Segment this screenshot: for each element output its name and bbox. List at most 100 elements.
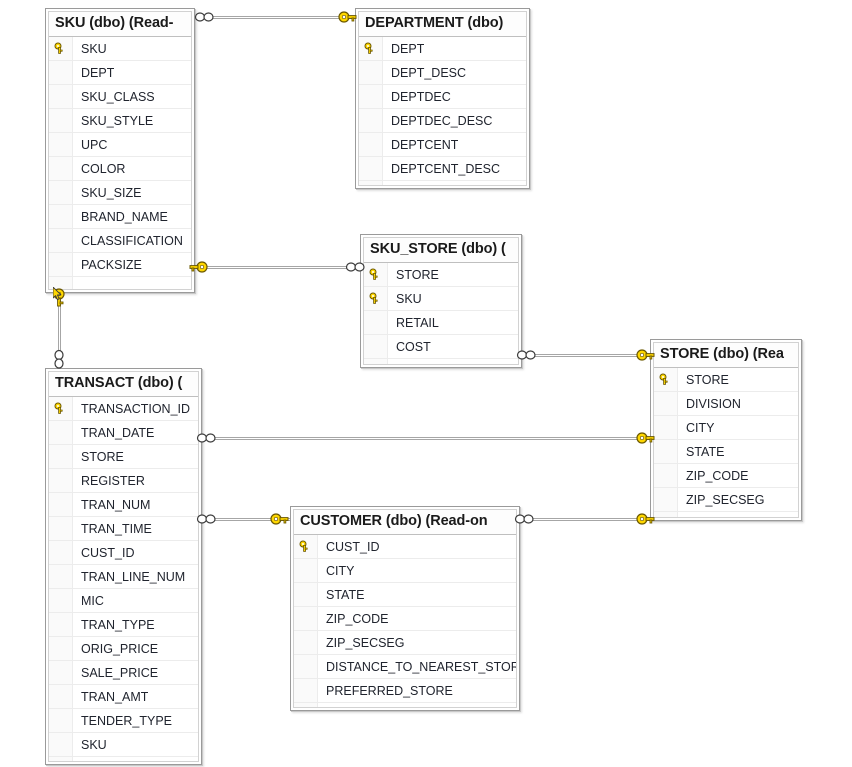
table-row-empty[interactable] [49, 757, 198, 761]
table-row[interactable]: STATE [294, 583, 516, 607]
table-row[interactable]: DEPT [359, 37, 526, 61]
table-row[interactable]: COST [364, 335, 518, 359]
relationship-line-transact-store[interactable] [202, 437, 650, 440]
table-row[interactable]: SKU_CLASS [49, 85, 191, 109]
table-row[interactable]: STORE [364, 263, 518, 287]
column-name: ZIP_SECSEG [326, 635, 405, 650]
table-row[interactable]: ZIP_SECSEG [294, 631, 516, 655]
table-row[interactable]: UPC [49, 133, 191, 157]
table-row[interactable]: COLOR [49, 157, 191, 181]
column-name: SALE_PRICE [81, 665, 159, 680]
relationship-line-sku_store-store[interactable] [522, 354, 650, 357]
key-icon [364, 42, 373, 54]
relationship-line-customer-store[interactable] [520, 518, 650, 521]
key-icon [299, 540, 308, 552]
table-row[interactable]: RETAIL [364, 311, 518, 335]
table-row[interactable]: SKU [364, 287, 518, 311]
table-row-empty[interactable] [49, 277, 191, 289]
table-row[interactable]: CITY [654, 416, 798, 440]
table-row[interactable]: PACKSIZE [49, 253, 191, 277]
table-row[interactable]: TRANSACTION_ID [49, 397, 198, 421]
column-name: TRANSACTION_ID [81, 401, 191, 416]
primary-key-cell [294, 559, 318, 582]
table-row[interactable]: TRAN_TIME [49, 517, 198, 541]
table-row[interactable]: TRAN_LINE_NUM [49, 565, 198, 589]
column-name: TRAN_DATE [81, 425, 155, 440]
table-row[interactable]: SKU_SIZE [49, 181, 191, 205]
table-row-empty[interactable] [654, 512, 798, 517]
table-row[interactable]: PREFERRED_STORE [294, 679, 516, 703]
table-row[interactable]: DEPTCENT [359, 133, 526, 157]
table-row[interactable]: CITY [294, 559, 516, 583]
table-title-department: DEPARTMENT (dbo) [359, 12, 526, 37]
key-icon [369, 292, 378, 304]
table-row[interactable]: DEPT [49, 61, 191, 85]
column-name: ZIP_SECSEG [686, 492, 765, 507]
table-row[interactable]: SALE_PRICE [49, 661, 198, 685]
column-name: STATE [326, 587, 365, 602]
key-icon [54, 42, 63, 54]
column-name: SKU [81, 41, 107, 56]
relationship-endpoint-key-store-customer [636, 511, 656, 527]
table-row[interactable]: CUST_ID [49, 541, 198, 565]
table-row-empty[interactable] [359, 181, 526, 185]
table-row[interactable]: CUST_ID [294, 535, 516, 559]
table-row[interactable]: ZIP_CODE [654, 464, 798, 488]
table-row[interactable]: TENDER_TYPE [49, 709, 198, 733]
relationship-endpoint-many-transact-sku [52, 349, 66, 371]
table-row[interactable]: SKU [49, 733, 198, 757]
table-row[interactable]: MIC [49, 589, 198, 613]
table-row[interactable]: DEPTDEC_DESC [359, 109, 526, 133]
table-row[interactable]: STATE [654, 440, 798, 464]
primary-key-cell [49, 109, 73, 132]
table-customer[interactable]: CUSTOMER (dbo) (Read-on CUST_ID CITY STA… [290, 506, 520, 711]
relationship-endpoint-key-sku [188, 259, 208, 275]
primary-key-cell [654, 464, 678, 487]
column-name: CUST_ID [326, 539, 380, 554]
column-name: ZIP_CODE [686, 468, 749, 483]
table-row-empty[interactable] [364, 359, 518, 364]
table-row-empty[interactable] [294, 703, 516, 707]
primary-key-cell [654, 368, 678, 391]
diagram-canvas[interactable]: SKU (dbo) (Read- SKU DEPT SKU_CLASS SKU_… [0, 0, 852, 767]
table-transact[interactable]: TRANSACT (dbo) ( TRANSACTION_ID TRAN_DAT… [45, 368, 202, 765]
column-name: SKU_STYLE [81, 113, 154, 128]
table-row[interactable]: SKU_STYLE [49, 109, 191, 133]
table-row[interactable]: SKU [49, 37, 191, 61]
table-sku[interactable]: SKU (dbo) (Read- SKU DEPT SKU_CLASS SKU_… [45, 8, 195, 293]
key-icon [54, 402, 63, 414]
table-row[interactable]: DISTANCE_TO_NEAREST_STORE [294, 655, 516, 679]
primary-key-cell [364, 287, 388, 310]
table-row[interactable]: STORE [49, 445, 198, 469]
column-list-sku_store: STORE SKU RETAIL COST [364, 263, 518, 364]
table-row[interactable]: BRAND_NAME [49, 205, 191, 229]
column-name: CITY [326, 563, 355, 578]
relationship-endpoint-key-store-transact [636, 430, 656, 446]
table-row[interactable]: DEPTDEC [359, 85, 526, 109]
table-row[interactable]: TRAN_TYPE [49, 613, 198, 637]
primary-key-cell [654, 392, 678, 415]
column-name: TRAN_NUM [81, 497, 151, 512]
relationship-line-sku-sku_store[interactable] [196, 266, 360, 269]
relationship-line-sku-department[interactable] [200, 16, 352, 19]
table-department[interactable]: DEPARTMENT (dbo) DEPT DEPT_DESC DEPTDEC … [355, 8, 530, 189]
column-list-customer: CUST_ID CITY STATE ZIP_CODE ZIP_SECSEG D… [294, 535, 516, 707]
table-row[interactable]: ORIG_PRICE [49, 637, 198, 661]
table-row[interactable]: DIVISION [654, 392, 798, 416]
table-row[interactable]: DEPTCENT_DESC [359, 157, 526, 181]
table-row[interactable]: CLASSIFICATION [49, 229, 191, 253]
primary-key-cell [49, 517, 73, 540]
mouse-cursor [52, 286, 63, 302]
column-name: DEPTDEC [391, 89, 451, 104]
table-row[interactable]: TRAN_NUM [49, 493, 198, 517]
table-row[interactable]: STORE [654, 368, 798, 392]
table-row[interactable]: ZIP_SECSEG [654, 488, 798, 512]
table-sku_store[interactable]: SKU_STORE (dbo) ( STORE SKU RETAIL COST [360, 234, 522, 368]
table-title-sku_store: SKU_STORE (dbo) ( [364, 238, 518, 263]
table-store[interactable]: STORE (dbo) (Rea STORE DIVISION CITY STA… [650, 339, 802, 521]
table-row[interactable]: TRAN_AMT [49, 685, 198, 709]
table-row[interactable]: REGISTER [49, 469, 198, 493]
table-row[interactable]: TRAN_DATE [49, 421, 198, 445]
table-row[interactable]: DEPT_DESC [359, 61, 526, 85]
table-row[interactable]: ZIP_CODE [294, 607, 516, 631]
